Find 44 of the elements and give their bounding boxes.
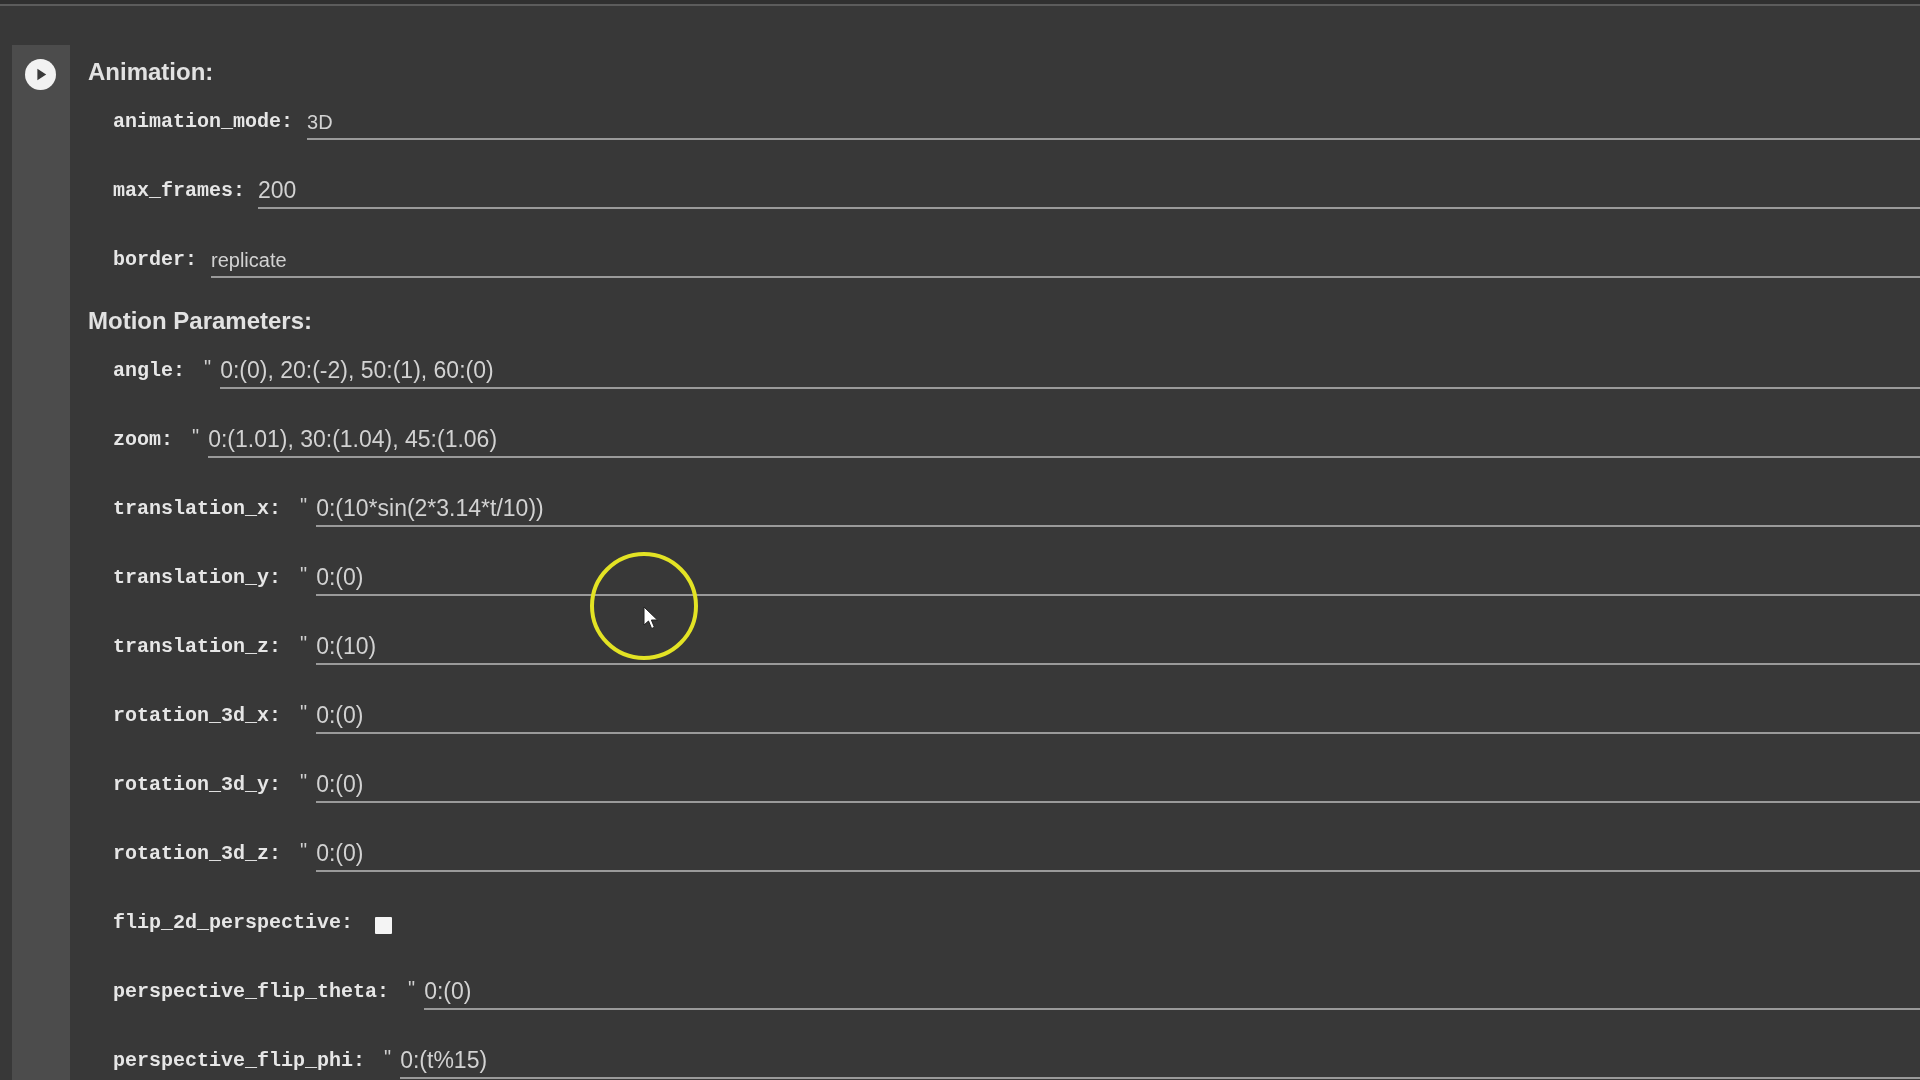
field-label: rotation_3d_y: <box>113 772 282 797</box>
quote-mark: " <box>300 633 308 652</box>
field-label: perspective_flip_phi: <box>113 1048 366 1073</box>
field-label: rotation_3d_z: <box>113 841 282 866</box>
field-label: translation_x: <box>113 496 282 521</box>
quote-mark: " <box>300 771 308 790</box>
text-field[interactable]: 0:(1.01), 30:(1.04), 45:(1.06) <box>208 423 1920 458</box>
section-heading: Animation: <box>88 57 214 87</box>
text-field[interactable]: 0:(0) <box>316 768 1920 803</box>
quote-mark: " <box>300 495 308 514</box>
quote-mark: " <box>300 564 308 583</box>
quote-mark: " <box>384 1047 392 1066</box>
field-label: translation_z: <box>113 634 282 659</box>
text-field[interactable]: 0:(0) <box>316 561 1920 596</box>
text-field[interactable]: 0:(0) <box>316 837 1920 872</box>
checkbox[interactable] <box>375 916 393 934</box>
field-label: translation_y: <box>113 565 282 590</box>
field-label: rotation_3d_x: <box>113 703 282 728</box>
text-field[interactable]: 0:(10) <box>316 630 1920 665</box>
cursor-ring-icon <box>589 551 699 661</box>
quote-mark: " <box>192 426 200 445</box>
field-label: zoom: <box>113 427 173 452</box>
text-field[interactable]: 0:(t%15) <box>400 1044 1920 1079</box>
play-icon <box>25 59 56 90</box>
field-label: animation_mode: <box>113 109 294 134</box>
quote-mark: " <box>204 357 212 376</box>
text-field[interactable]: 0:(10*sin(2*3.14*t/10)) <box>316 492 1920 527</box>
section-heading: Motion Parameters: <box>88 306 313 336</box>
text-field[interactable]: 0:(0) <box>424 975 1920 1010</box>
field-label: flip_2d_perspective: <box>113 910 354 935</box>
quote-mark: " <box>408 978 416 997</box>
text-field[interactable]: 0:(0), 20:(-2), 50:(1), 60:(0) <box>220 354 1920 389</box>
run-button[interactable] <box>25 59 56 90</box>
field-label: angle: <box>113 358 185 383</box>
quote-mark: " <box>300 840 308 859</box>
field-label: max_frames: <box>113 178 246 203</box>
text-field[interactable]: 0:(0) <box>316 699 1920 734</box>
field-label: perspective_flip_theta: <box>113 979 390 1004</box>
dropdown-field[interactable]: 3D <box>307 105 1920 140</box>
quote-mark: " <box>300 702 308 721</box>
field-label: border: <box>113 247 197 272</box>
dropdown-field[interactable]: replicate <box>211 243 1920 278</box>
mouse-pointer-icon <box>643 606 659 630</box>
number-field[interactable]: 200 <box>258 174 1920 209</box>
